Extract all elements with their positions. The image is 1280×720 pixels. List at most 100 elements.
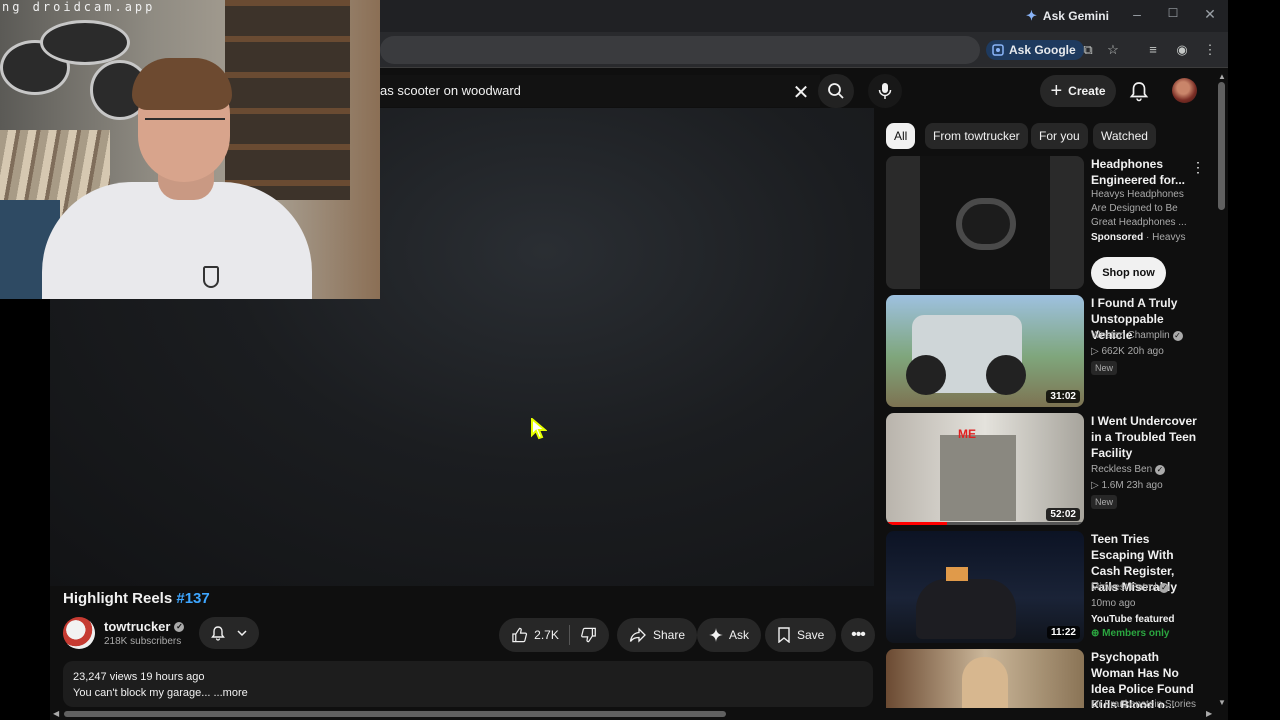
- sparkle-icon: [709, 628, 723, 642]
- channel-line: Reckless Ben ✓: [1091, 464, 1165, 475]
- sponsored-label: Sponsored: [1091, 232, 1144, 243]
- browser-menu-icon[interactable]: ⋮: [1202, 42, 1218, 58]
- channel-avatar[interactable]: [63, 617, 95, 649]
- video-title-text: Highlight Reels: [63, 590, 173, 607]
- clear-search-icon[interactable]: ✕: [790, 80, 812, 105]
- video-thumbnail[interactable]: 31:02: [886, 295, 1084, 407]
- create-label: Create: [1068, 84, 1106, 98]
- verified-check-icon: ✓: [1172, 331, 1183, 341]
- description-snippet: You can't block my garage...: [73, 687, 214, 699]
- watch-progress-bar: [886, 522, 948, 525]
- vertical-scroll-thumb[interactable]: [1218, 82, 1225, 210]
- woman-image: [962, 657, 1008, 709]
- ask-button[interactable]: Ask: [697, 618, 762, 652]
- views-and-date: 23,247 views 19 hours ago: [73, 671, 205, 683]
- glasses: [145, 118, 225, 136]
- like-count[interactable]: 2.7K: [534, 628, 559, 642]
- gemini-icon: ✦: [1026, 8, 1037, 23]
- channel-name[interactable]: Westen Champlin: [1091, 330, 1170, 341]
- create-button[interactable]: + Create: [1040, 75, 1116, 107]
- video-duration: 11:22: [1046, 626, 1080, 639]
- ad-title[interactable]: Headphones Engineered for...: [1091, 156, 1203, 188]
- horizontal-scroll-thumb[interactable]: [64, 711, 726, 717]
- shelf: [225, 0, 350, 200]
- video-title: Highlight Reels #137: [63, 590, 210, 607]
- ask-label: Ask: [729, 628, 750, 642]
- video-meta: 10mo ago: [1091, 598, 1136, 609]
- maximize-button[interactable]: ☐: [1163, 6, 1183, 20]
- search-icon: [828, 83, 844, 99]
- ask-google-button[interactable]: Ask Google: [986, 40, 1084, 60]
- shop-now-button[interactable]: Shop now: [1091, 257, 1166, 289]
- plus-icon: +: [1050, 80, 1063, 102]
- scroll-up-icon[interactable]: ▲: [1218, 72, 1226, 81]
- subscriber-count: 218K subscribers: [104, 636, 182, 647]
- video-duration: 31:02: [1046, 390, 1080, 403]
- video-title-hashtag[interactable]: #137: [176, 590, 209, 607]
- notifications-bell-icon[interactable]: [1128, 80, 1150, 102]
- video-duration: 52:02: [1046, 508, 1080, 521]
- headphones-image: [956, 198, 1016, 250]
- channel-name-text: towtrucker: [104, 619, 171, 634]
- scroll-right-icon[interactable]: ▶: [1206, 709, 1212, 718]
- youtube-featured-label: YouTube featured: [1091, 614, 1175, 625]
- new-badge: New: [1091, 495, 1118, 509]
- bookmark-star-icon[interactable]: ☆: [1105, 42, 1121, 58]
- channel-name[interactable]: towtrucker ✓: [104, 619, 185, 634]
- install-app-icon[interactable]: ⧉: [1080, 42, 1096, 58]
- scroll-left-icon[interactable]: ◀: [53, 709, 59, 718]
- omnibox[interactable]: [380, 36, 980, 64]
- drum: [40, 20, 130, 65]
- chip-all[interactable]: All: [886, 123, 916, 149]
- hallway-image: [940, 435, 1016, 521]
- shirt-logo: [203, 266, 219, 288]
- bookmark-icon: [778, 627, 790, 643]
- chevron-down-icon: [237, 630, 247, 637]
- share-button[interactable]: Share: [617, 618, 698, 652]
- subscription-bell-button[interactable]: [199, 617, 259, 649]
- channel-name[interactable]: Reckless Ben: [1091, 464, 1152, 475]
- webcam-watermark: ng droidcam.app: [2, 0, 156, 14]
- like-dislike-group: 2.7K: [499, 618, 609, 652]
- dislike-thumb-icon[interactable]: [580, 626, 597, 644]
- microphone-icon: [878, 83, 892, 99]
- close-window-button[interactable]: ✕: [1200, 6, 1220, 23]
- bell-icon: [211, 626, 225, 641]
- ask-google-label: Ask Google: [1009, 43, 1076, 57]
- ad-sponsor-line: Sponsored · Heavys: [1091, 232, 1186, 243]
- members-only-badge: ⊕ Members only: [1091, 628, 1170, 639]
- video-meta: ▷ 1.6M 23h ago: [1091, 480, 1163, 491]
- ad-thumbnail[interactable]: [886, 156, 1084, 289]
- media-controls-icon[interactable]: ≡: [1145, 42, 1161, 58]
- verified-check-icon: ✓: [174, 621, 185, 632]
- profile-icon[interactable]: ◉: [1174, 42, 1190, 58]
- chip-watched[interactable]: Watched: [1093, 123, 1156, 149]
- description-text: You can't block my garage... ...more: [73, 687, 248, 699]
- video-thumbnail[interactable]: [886, 649, 1084, 709]
- new-badge: New: [1091, 361, 1118, 375]
- video-thumbnail[interactable]: ME 52:02: [886, 413, 1084, 525]
- like-thumb-icon[interactable]: [511, 626, 528, 644]
- video-title-2[interactable]: I Went Undercover in a Troubled Teen Fac…: [1091, 413, 1203, 461]
- chip-from-towtrucker[interactable]: From towtrucker: [925, 123, 1028, 149]
- minimize-button[interactable]: –: [1127, 6, 1147, 22]
- search-query-text: as scooter on woodward: [380, 83, 521, 98]
- scroll-down-icon[interactable]: ▼: [1218, 698, 1226, 707]
- ask-gemini-button[interactable]: ✦ Ask Gemini: [1020, 6, 1115, 26]
- account-avatar[interactable]: [1172, 78, 1197, 103]
- search-button[interactable]: [818, 74, 854, 108]
- video-thumbnail[interactable]: 11:22: [886, 531, 1084, 643]
- description-box[interactable]: [63, 661, 873, 707]
- ad-menu-icon[interactable]: ⋮: [1191, 158, 1205, 176]
- share-arrow-icon: [629, 627, 646, 643]
- more-actions-icon[interactable]: •••: [841, 618, 875, 652]
- channel-name[interactable]: Midwest Patrol: [1091, 582, 1157, 593]
- save-button[interactable]: Save: [765, 618, 837, 652]
- ad-description: Heavys Headphones Are Designed to Be Gre…: [1091, 189, 1187, 228]
- voice-search-button[interactable]: [868, 74, 902, 108]
- verified-check-icon: ✓: [1159, 583, 1170, 593]
- webcam-overlay: ng droidcam.app: [0, 0, 380, 299]
- google-lens-icon: [992, 44, 1004, 56]
- chip-for-you[interactable]: For you: [1031, 123, 1088, 149]
- show-more-link[interactable]: ...more: [214, 687, 248, 699]
